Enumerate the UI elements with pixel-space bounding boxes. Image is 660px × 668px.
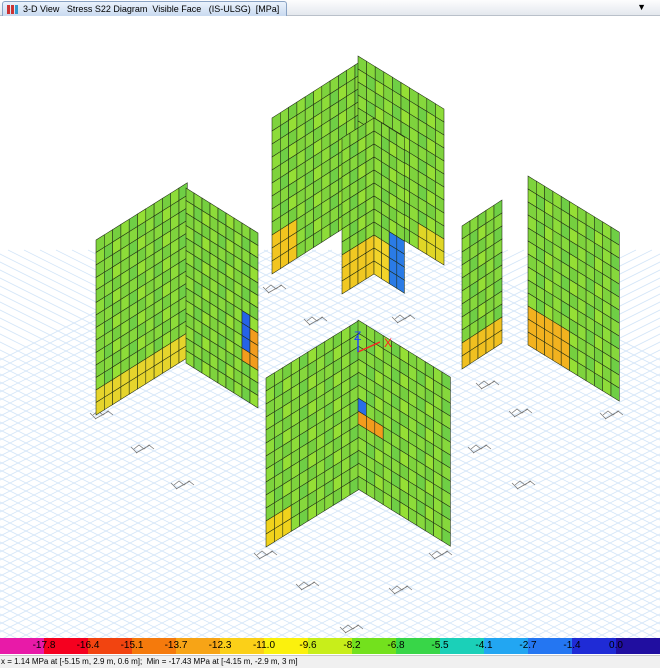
legend-tick-label: -9.6 bbox=[299, 640, 317, 651]
legend-tick-label: -4.1 bbox=[475, 640, 493, 651]
legend-tick-label: -17.8 bbox=[32, 640, 56, 651]
legend-tick-label: -8.2 bbox=[343, 640, 361, 651]
axis-z-label: Z bbox=[354, 329, 361, 343]
model-viewport[interactable]: X Z bbox=[0, 16, 660, 638]
legend-tick-label: -2.7 bbox=[519, 640, 537, 651]
legend-tick-label: 0.0 bbox=[609, 640, 623, 651]
legend-tick-label: -6.8 bbox=[387, 640, 405, 651]
status-bar: x = 1.14 MPa at [-5.15 m, 2.9 m, 0.6 m];… bbox=[0, 655, 660, 668]
legend-tick-label: -15.1 bbox=[120, 640, 144, 651]
view-titlebar: 3-D View Stress S22 Diagram Visible Face… bbox=[0, 0, 660, 16]
view-title: 3-D View Stress S22 Diagram Visible Face… bbox=[23, 3, 280, 14]
chevron-down-icon[interactable]: ▼ bbox=[637, 2, 646, 12]
legend-tick-label: -13.7 bbox=[164, 640, 188, 651]
3d-view-icon bbox=[7, 4, 18, 14]
axis-x-label: X bbox=[384, 336, 392, 350]
legend-tick-label: -16.4 bbox=[76, 640, 100, 651]
legend-tick-label: -5.5 bbox=[431, 640, 449, 651]
view-tab[interactable]: 3-D View Stress S22 Diagram Visible Face… bbox=[2, 1, 287, 16]
legend-tick-label: -12.3 bbox=[208, 640, 232, 651]
legend-tick-label: -11.0 bbox=[252, 640, 276, 651]
legend-tick-label: -1.4 bbox=[563, 640, 581, 651]
status-text: x = 1.14 MPa at [-5.15 m, 2.9 m, 0.6 m];… bbox=[1, 657, 298, 666]
